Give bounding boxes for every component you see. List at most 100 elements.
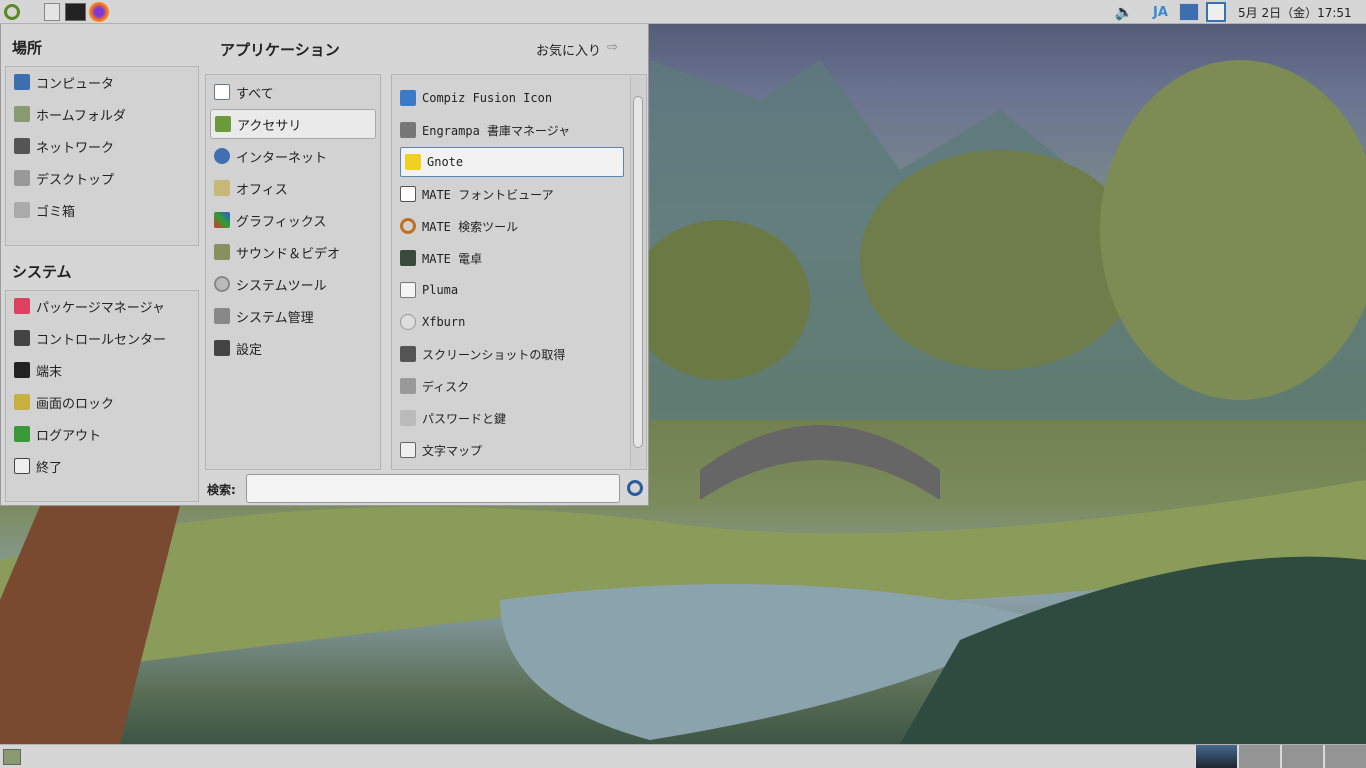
gnote-icon	[405, 154, 421, 170]
control-center-icon	[14, 330, 30, 346]
category-graphics[interactable]: グラフィックス	[210, 205, 376, 235]
bottom-panel	[0, 744, 1366, 768]
system-tools-icon	[214, 276, 230, 292]
category-all[interactable]: すべて	[210, 77, 376, 107]
category-settings[interactable]: 設定	[210, 333, 376, 363]
app-search-tool[interactable]: MATE 検索ツール	[396, 211, 624, 241]
label: Compiz Fusion Icon	[422, 91, 553, 105]
app-gnote[interactable]: Gnote	[400, 147, 624, 177]
disc-burner-icon	[400, 314, 416, 330]
scrollbar-thumb[interactable]	[633, 96, 643, 448]
system-list: パッケージマネージャ コントロールセンター 端末 画面のロック ログアウト 終了	[5, 290, 199, 502]
label: コントロールセンター	[36, 332, 167, 348]
text-editor-icon	[400, 282, 416, 298]
system-package-manager[interactable]: パッケージマネージャ	[10, 291, 194, 321]
app-engrampa[interactable]: Engrampa 書庫マネージャ	[396, 115, 624, 145]
category-system-tools[interactable]: システムツール	[210, 269, 376, 299]
accessories-icon	[215, 116, 231, 132]
calculator-icon	[400, 250, 416, 266]
terminal-icon	[14, 362, 30, 378]
place-home[interactable]: ホームフォルダ	[10, 99, 194, 129]
disks-icon	[400, 378, 416, 394]
category-sound-video[interactable]: サウンド＆ビデオ	[210, 237, 376, 267]
label: MATE フォントビューア	[422, 187, 554, 202]
category-list: すべて アクセサリ インターネット オフィス グラフィックス サウンド＆ビデオ …	[205, 74, 381, 470]
logout-icon	[14, 426, 30, 442]
category-accessories[interactable]: アクセサリ	[210, 109, 376, 139]
label: お気に入り	[536, 44, 602, 59]
label: アクセサリ	[237, 118, 302, 134]
workspace-3[interactable]	[1281, 745, 1323, 768]
label: コンピュータ	[36, 76, 115, 92]
app-calculator[interactable]: MATE 電卓	[396, 243, 624, 273]
terminal-launcher-icon[interactable]	[65, 3, 86, 21]
shutdown-icon	[14, 458, 30, 474]
system-heading: システム	[12, 263, 72, 281]
app-xfburn[interactable]: Xfburn	[396, 307, 624, 337]
search-input[interactable]	[246, 474, 620, 503]
label: MATE 電卓	[422, 251, 483, 266]
label: ゴミ箱	[36, 204, 76, 220]
place-trash[interactable]: ゴミ箱	[10, 195, 194, 225]
label: 設定	[236, 342, 263, 358]
label: 画面のロック	[36, 396, 115, 412]
network-icon	[14, 138, 30, 154]
applications-heading: アプリケーション	[220, 41, 340, 59]
system-terminal[interactable]: 端末	[10, 355, 194, 385]
desktop-folder-icon	[14, 170, 30, 186]
app-pluma[interactable]: Pluma	[396, 275, 624, 305]
label: 端末	[36, 364, 63, 380]
app-passwords-keys[interactable]: パスワードと鍵	[396, 403, 624, 433]
search-tool-icon	[400, 218, 416, 234]
label: 文字マップ	[422, 443, 483, 458]
places-heading: 場所	[12, 39, 43, 57]
app-list-scrollbar[interactable]	[630, 76, 645, 468]
category-office[interactable]: オフィス	[210, 173, 376, 203]
app-disks[interactable]: ディスク	[396, 371, 624, 401]
firefox-launcher-icon[interactable]	[89, 2, 109, 22]
app-screenshot[interactable]: スクリーンショットの取得	[396, 339, 624, 369]
search-label: 検索:	[207, 483, 236, 497]
lock-icon	[14, 394, 30, 410]
places-list: コンピュータ ホームフォルダ ネットワーク デスクトップ ゴミ箱	[5, 66, 199, 246]
system-lock-screen[interactable]: 画面のロック	[10, 387, 194, 417]
workspace-2[interactable]	[1238, 745, 1280, 768]
label: システムツール	[236, 278, 327, 294]
system-logout[interactable]: ログアウト	[10, 419, 194, 449]
place-network[interactable]: ネットワーク	[10, 131, 194, 161]
category-administration[interactable]: システム管理	[210, 301, 376, 331]
archive-manager-icon	[400, 122, 416, 138]
graphics-icon	[214, 212, 230, 228]
label: Engrampa 書庫マネージャ	[422, 123, 571, 138]
power-icon[interactable]	[1206, 2, 1226, 22]
place-desktop[interactable]: デスクトップ	[10, 163, 194, 193]
clock[interactable]: 5月 2日（金）17:51	[1238, 3, 1352, 21]
app-compiz-fusion-icon[interactable]: Compiz Fusion Icon	[396, 83, 624, 113]
category-internet[interactable]: インターネット	[210, 141, 376, 171]
system-control-center[interactable]: コントロールセンター	[10, 323, 194, 353]
network-icon[interactable]	[1179, 3, 1199, 21]
compiz-icon	[400, 90, 416, 106]
workspace-4[interactable]	[1324, 745, 1366, 768]
label: Gnote	[427, 155, 464, 169]
search-icon[interactable]	[627, 480, 643, 496]
internet-icon	[214, 148, 230, 164]
label: すべて	[236, 86, 274, 102]
mate-menu-icon[interactable]	[4, 4, 20, 20]
place-computer[interactable]: コンピュータ	[10, 67, 194, 97]
top-panel: 🔈 JA 5月 2日（金）17:51	[0, 0, 1366, 24]
app-font-viewer[interactable]: MATE フォントビューア	[396, 179, 624, 209]
app-character-map[interactable]: 文字マップ	[396, 435, 624, 465]
label: パスワードと鍵	[422, 411, 507, 426]
arrow-right-icon: ⇨	[607, 40, 618, 55]
show-desktop-icon[interactable]	[3, 749, 21, 765]
system-shutdown[interactable]: 終了	[10, 451, 194, 481]
keyboard-layout-indicator[interactable]: JA	[1153, 3, 1168, 21]
favorites-button[interactable]: お気に入り ⇨	[536, 40, 618, 59]
file-manager-launcher-icon[interactable]	[44, 3, 60, 21]
workspace-1[interactable]	[1195, 745, 1237, 768]
settings-icon	[214, 340, 230, 356]
volume-icon[interactable]: 🔈	[1115, 3, 1134, 21]
home-folder-icon	[14, 106, 30, 122]
office-icon	[214, 180, 230, 196]
